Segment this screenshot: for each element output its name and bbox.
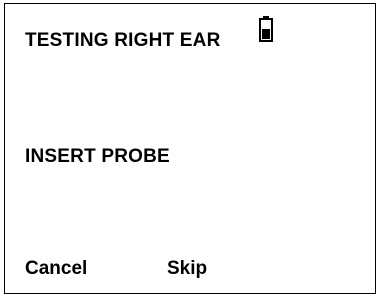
cancel-button[interactable]: Cancel [25,258,87,280]
skip-button[interactable]: Skip [167,258,207,280]
battery-icon [259,16,273,42]
screen-title: TESTING RIGHT EAR [25,30,221,51]
instruction-message: INSERT PROBE [25,146,170,167]
device-screen: TESTING RIGHT EAR INSERT PROBE Cancel Sk… [4,3,376,294]
